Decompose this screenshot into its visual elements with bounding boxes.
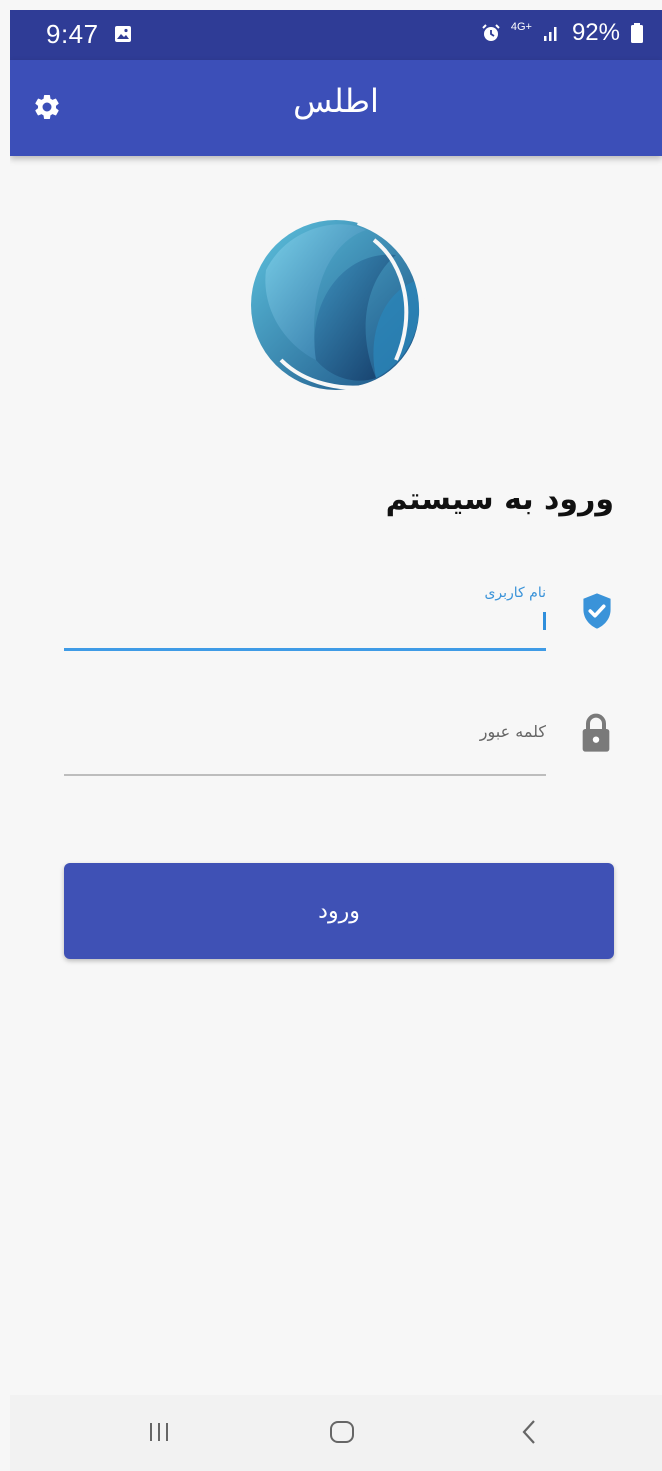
signal-icon — [543, 27, 557, 41]
app-title: اطلس — [293, 82, 379, 120]
recent-apps-icon[interactable] — [146, 1417, 172, 1447]
back-icon[interactable] — [518, 1417, 540, 1447]
battery-percent: 92% — [571, 19, 620, 46]
app-screen: 9:47 4G+ 92% اطلس ورود به سیستم نام کارب… — [10, 10, 662, 1471]
text-cursor — [543, 612, 546, 630]
shield-check-icon — [583, 593, 611, 629]
app-bar: اطلس — [10, 60, 662, 156]
home-icon[interactable] — [328, 1417, 356, 1447]
alarm-icon — [482, 24, 500, 41]
app-logo — [251, 219, 426, 393]
username-underline — [64, 648, 546, 651]
username-input[interactable] — [126, 608, 546, 634]
status-bar: 9:47 4G+ 92% — [10, 10, 662, 60]
login-button[interactable]: ورود — [64, 863, 614, 959]
status-indicators: 4G+ 92% — [481, 19, 644, 47]
lock-icon — [582, 713, 610, 752]
gallery-icon — [115, 26, 131, 42]
username-label: نام کاربری — [484, 585, 546, 601]
system-nav-bar — [10, 1395, 662, 1471]
network-4g-icon: 4G+ — [510, 20, 532, 33]
password-underline — [64, 774, 546, 776]
status-time: 9:47 — [46, 19, 99, 49]
login-heading: ورود به سیستم — [385, 482, 614, 517]
password-input[interactable]: کلمه عبور — [480, 722, 546, 741]
battery-icon — [631, 23, 643, 43]
